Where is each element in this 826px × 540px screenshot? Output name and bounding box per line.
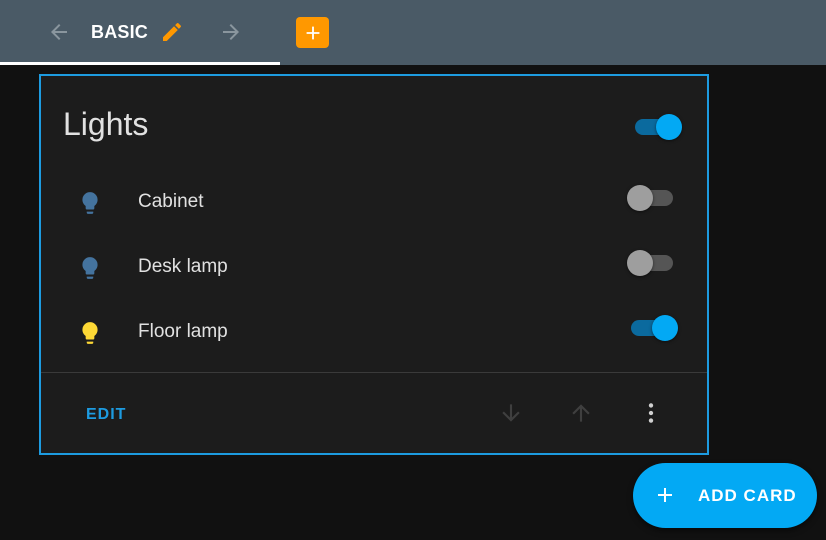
- entity-toggle-floor-lamp[interactable]: [627, 312, 678, 342]
- entity-toggle-cabinet[interactable]: [627, 182, 677, 212]
- entity-name: Floor lamp: [138, 321, 228, 342]
- add-view-button[interactable]: [296, 17, 329, 48]
- card-title: Lights: [63, 106, 149, 142]
- master-toggle[interactable]: [631, 111, 682, 141]
- plus-icon: [306, 26, 319, 39]
- toggle-knob: [627, 250, 653, 276]
- dots-vertical-icon: [648, 403, 654, 423]
- arrow-down-icon: [502, 404, 520, 422]
- toolbar: BASIC: [0, 0, 826, 65]
- entity-toggle-desk-lamp[interactable]: [627, 247, 677, 277]
- move-up-button[interactable]: [566, 398, 596, 428]
- arrow-right-icon[interactable]: [217, 18, 245, 46]
- card-divider: [41, 372, 707, 373]
- entities-card[interactable]: Lights Cabinet Desk lamp Floor lamp EDIT: [39, 74, 709, 455]
- entity-name: Desk lamp: [138, 256, 228, 277]
- entity-name: Cabinet: [138, 191, 204, 212]
- more-options-button[interactable]: [636, 398, 666, 428]
- move-down-button[interactable]: [496, 398, 526, 428]
- toggle-knob: [627, 185, 653, 211]
- add-card-button[interactable]: ADD CARD: [633, 463, 817, 528]
- entity-row-desk-lamp[interactable]: Desk lamp: [41, 241, 707, 301]
- tab-basic-label[interactable]: BASIC: [91, 22, 148, 43]
- arrow-left-icon[interactable]: [45, 18, 73, 46]
- entity-row-cabinet[interactable]: Cabinet: [41, 176, 707, 236]
- pencil-icon[interactable]: [158, 18, 186, 46]
- edit-button[interactable]: EDIT: [86, 406, 126, 424]
- entity-row-floor-lamp[interactable]: Floor lamp: [41, 306, 707, 366]
- lightbulb-icon: [82, 192, 98, 214]
- arrow-up-icon: [572, 404, 590, 422]
- add-card-label: ADD CARD: [698, 486, 797, 505]
- plus-icon: [658, 488, 672, 502]
- lovelace-editor: BASIC Lights Cabinet Desk lamp Floor lam…: [0, 0, 826, 540]
- lightbulb-icon: [82, 322, 98, 344]
- toggle-knob: [656, 114, 682, 140]
- lightbulb-icon: [82, 257, 98, 279]
- toggle-knob: [652, 315, 678, 341]
- active-tab-indicator: [0, 62, 280, 65]
